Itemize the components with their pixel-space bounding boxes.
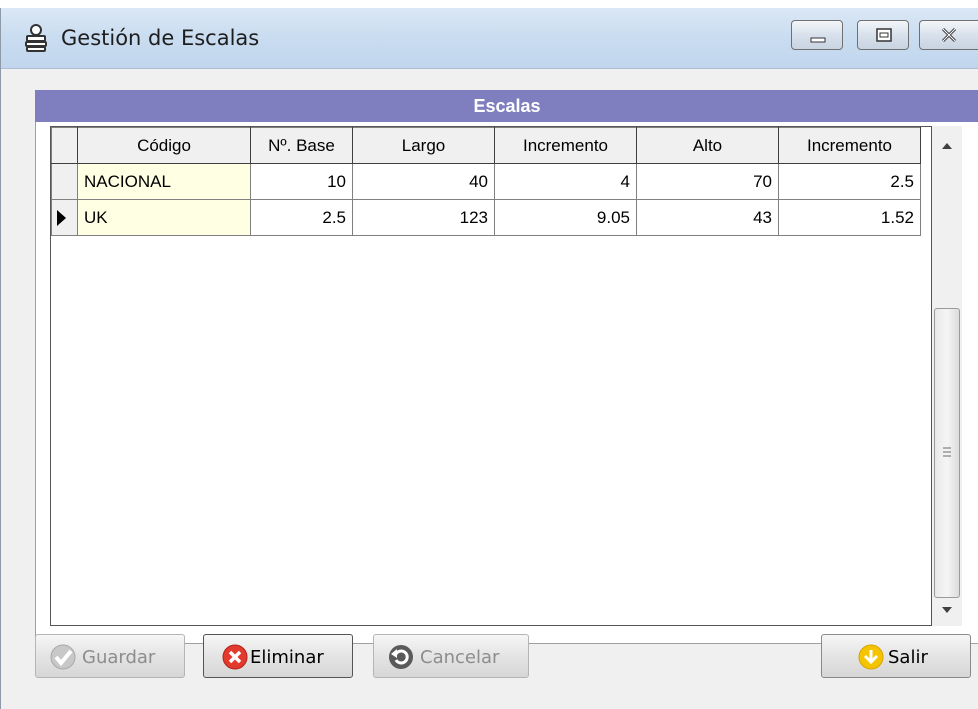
scroll-thumb[interactable] (934, 308, 960, 598)
column-header-incremento-alto[interactable]: Incremento (778, 127, 921, 164)
down-arrow-icon (858, 644, 884, 670)
row-indicator[interactable] (51, 199, 78, 236)
scroll-up-icon[interactable] (932, 130, 962, 160)
data-grid[interactable]: Código Nº. Base Largo Incremento Alto In… (50, 126, 932, 626)
column-header-codigo[interactable]: Código (77, 127, 251, 164)
cell-incremento-largo[interactable]: 9.05 (494, 199, 637, 236)
grid-panel: Código Nº. Base Largo Incremento Alto In… (35, 122, 978, 644)
cell-codigo[interactable]: UK (77, 199, 251, 236)
column-header-largo[interactable]: Largo (352, 127, 495, 164)
salir-label: Salir (888, 647, 928, 668)
window-title: Gestión de Escalas (61, 26, 260, 50)
maximize-icon (876, 28, 892, 42)
checkmark-icon (50, 644, 76, 670)
eliminar-label: Eliminar (250, 647, 324, 668)
red-x-icon (222, 644, 248, 670)
maximize-button[interactable] (857, 20, 909, 50)
cell-incremento-alto[interactable]: 2.5 (778, 163, 921, 200)
grip-icon (943, 447, 951, 457)
cell-largo[interactable]: 123 (352, 199, 495, 236)
escalas-header: Escalas (35, 90, 978, 122)
close-icon (941, 27, 957, 43)
minimize-icon (810, 37, 826, 43)
current-row-pointer-icon (57, 209, 66, 226)
vertical-scrollbar[interactable] (932, 126, 962, 626)
scroll-down-icon[interactable] (932, 596, 962, 626)
cell-alto[interactable]: 70 (636, 163, 779, 200)
header-row: Código Nº. Base Largo Incremento Alto In… (51, 127, 921, 164)
row-indicator[interactable] (51, 163, 78, 200)
cancelar-label: Cancelar (420, 647, 500, 668)
window: Gestión de Escalas Escalas Código Nº. Ba… (0, 8, 978, 709)
app-icon (25, 24, 47, 52)
cell-codigo[interactable]: NACIONAL (77, 163, 251, 200)
close-button[interactable] (919, 20, 978, 50)
cell-incremento-alto[interactable]: 1.52 (778, 199, 921, 236)
table-row[interactable]: UK 2.5 123 9.05 43 1.52 (51, 199, 921, 236)
table-row[interactable]: NACIONAL 10 40 4 70 2.5 (51, 163, 921, 200)
column-header-incremento-largo[interactable]: Incremento (494, 127, 637, 164)
title-bar[interactable]: Gestión de Escalas (1, 8, 978, 69)
cell-n-base[interactable]: 2.5 (250, 199, 353, 236)
cancelar-button[interactable]: Cancelar (373, 634, 529, 678)
cell-largo[interactable]: 40 (352, 163, 495, 200)
guardar-button[interactable]: Guardar (35, 634, 185, 678)
scales-table: Código Nº. Base Largo Incremento Alto In… (51, 127, 921, 236)
undo-icon (389, 645, 413, 669)
column-header-alto[interactable]: Alto (636, 127, 779, 164)
cell-alto[interactable]: 43 (636, 199, 779, 236)
cell-incremento-largo[interactable]: 4 (494, 163, 637, 200)
eliminar-button[interactable]: Eliminar (203, 634, 353, 678)
minimize-button[interactable] (791, 20, 843, 50)
cell-n-base[interactable]: 10 (250, 163, 353, 200)
salir-button[interactable]: Salir (821, 634, 971, 678)
row-indicator-header (51, 127, 78, 164)
guardar-label: Guardar (82, 647, 156, 668)
column-header-n-base[interactable]: Nº. Base (250, 127, 353, 164)
